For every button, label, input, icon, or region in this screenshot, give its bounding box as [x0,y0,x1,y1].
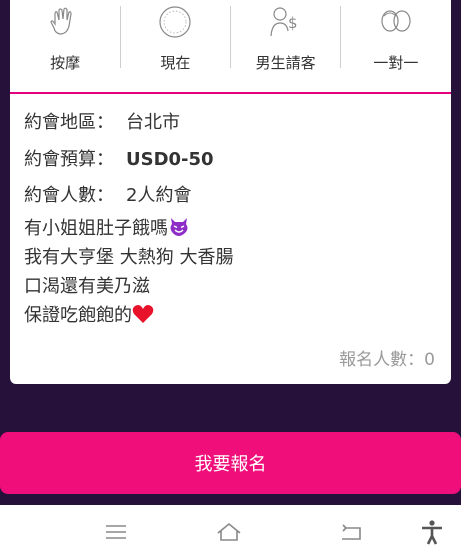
male-pays-icon: $ [270,7,298,37]
location-row: 約會地區： 台北市 [24,108,180,134]
feature-label: 一對一 [373,54,419,72]
feature-label: 男生請客 [255,54,316,72]
feature-male-pays: $ 男生請客 [231,0,341,90]
separator [120,6,121,68]
home-icon[interactable] [215,518,243,546]
feature-now: 現在 [120,0,230,90]
feature-label: 現在 [160,54,191,72]
back-icon[interactable] [338,518,366,546]
clock-icon [159,6,191,38]
description-line: 口渴還有美乃滋 [24,276,150,297]
feature-one-on-one: 一對一 [341,0,451,90]
budget-row: 約會預算： USD0-50 [24,145,214,171]
description: 有小姐姐肚子餓嗎 我有大亨堡 大熱狗 大香腸 口渴還有美乃滋 保證吃飽飽的 [24,214,233,330]
accent-divider [10,92,451,94]
system-nav-bar [0,505,461,557]
location-label: 約會地區： [24,112,114,133]
feature-massage: 按摩 [10,0,120,90]
menu-icon[interactable] [102,518,130,546]
feature-row: 按摩 現在 $ 男生請客 一對一 [10,0,451,90]
people-row: 約會人數： 2人約會 [24,181,191,207]
budget-value: USD0-50 [126,149,214,170]
description-line: 我有大亨堡 大熱狗 大香腸 [24,247,234,268]
people-label: 約會人數： [24,185,114,206]
red-heart-icon [132,305,154,323]
separator [340,6,341,68]
separator [230,6,231,68]
feature-label: 按摩 [50,54,81,72]
date-detail-card: 按摩 現在 $ 男生請客 一對一 約會地區： 台北市 約會預算： USD0-50… [10,0,451,384]
accessibility-icon[interactable] [418,518,446,546]
budget-label: 約會預算： [24,149,114,170]
description-line: 有小姐姐肚子餓嗎 [24,214,233,243]
location-value: 台北市 [126,112,180,133]
signup-count: 報名人數：0 [339,350,435,370]
signup-button[interactable]: 我要報名 [0,432,461,494]
devil-emoji-icon [170,218,188,236]
wave-hand-icon [50,7,72,35]
people-value: 2人約會 [126,185,192,206]
description-line: 保證吃飽飽的 [24,301,233,330]
svg-text:$: $ [288,14,298,32]
couple-faces-icon [381,10,411,32]
